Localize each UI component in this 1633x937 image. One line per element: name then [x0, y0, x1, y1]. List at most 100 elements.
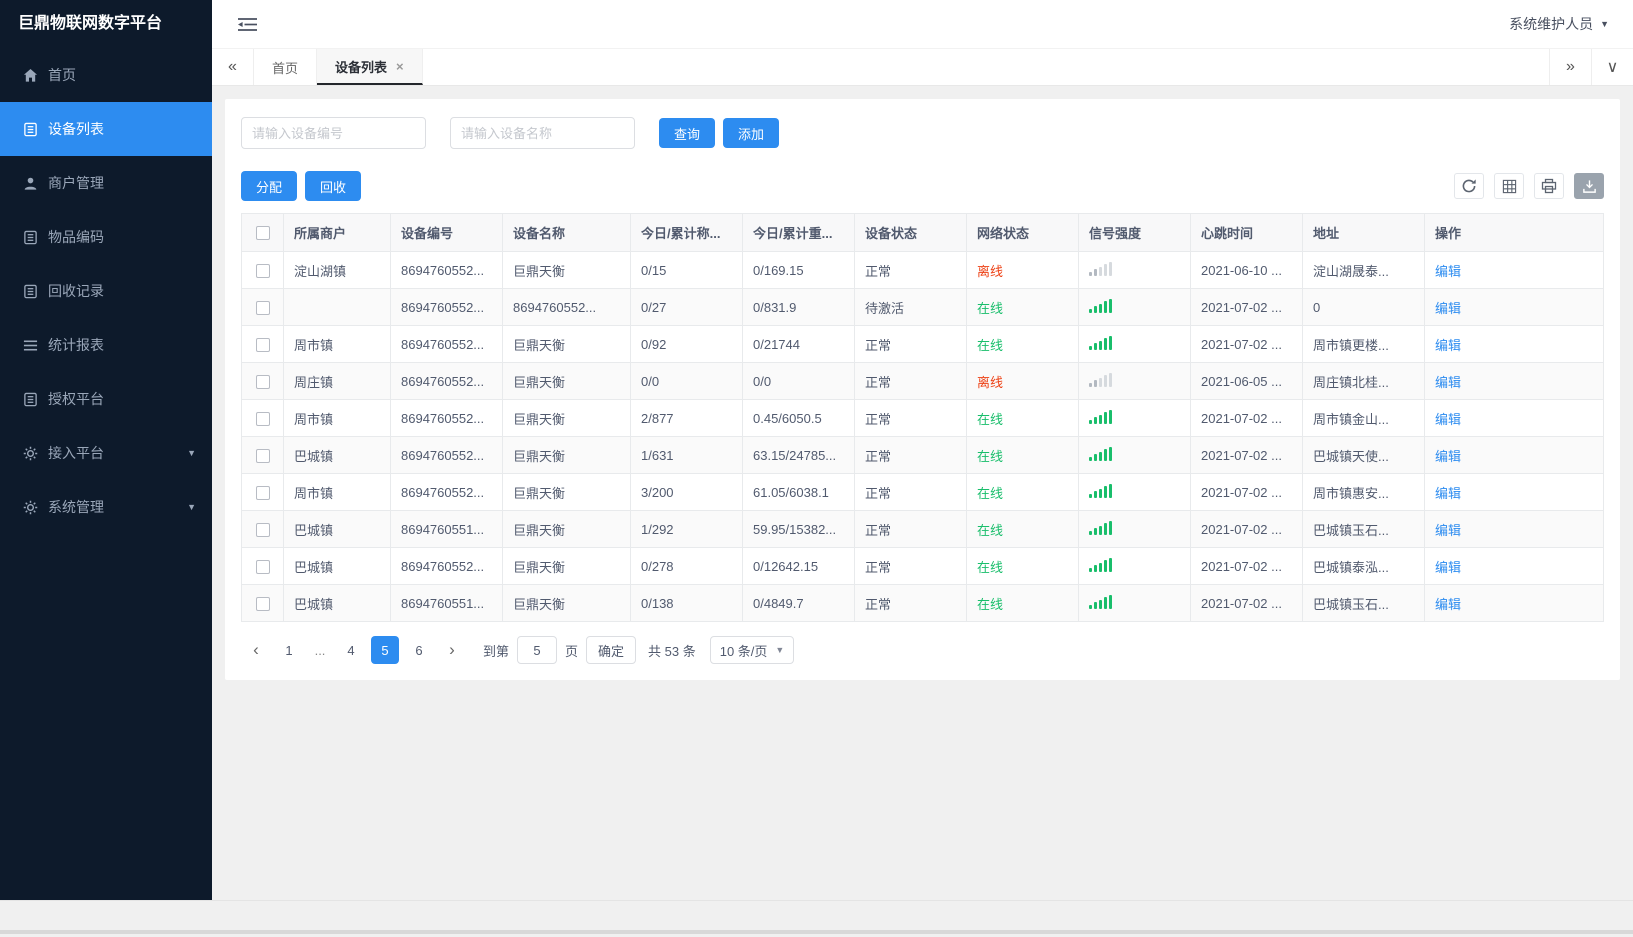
merchant-cell: 巴城镇 — [283, 510, 391, 548]
edit-link[interactable]: 编辑 — [1435, 338, 1461, 353]
tabs-menu-icon[interactable]: ∨ — [1591, 49, 1633, 85]
sidebar-item-stats-report[interactable]: 统计报表 — [0, 318, 212, 372]
sidebar-item-home[interactable]: 首页 — [0, 48, 212, 102]
weight-cell: 0/169.15 — [742, 251, 855, 289]
recycle-button[interactable]: 回收 — [305, 171, 362, 201]
table-row: 周庄镇 8694760552... 巨鼎天衡 0/0 0/0 正常 离线 2021-06-05… — [241, 362, 1604, 400]
edit-link[interactable]: 编辑 — [1435, 597, 1461, 612]
edit-link[interactable]: 编辑 — [1435, 560, 1461, 575]
device-no-cell: 8694760551... — [390, 584, 503, 622]
edit-link[interactable]: 编辑 — [1435, 264, 1461, 279]
checkbox-cell — [241, 325, 284, 363]
device-status-cell: 正常 — [854, 325, 967, 363]
device-no-cell: 8694760552... — [390, 288, 503, 326]
table-row: 巴城镇 8694760552... 巨鼎天衡 1/631 63.15/24785... 正… — [241, 436, 1604, 474]
weight-cell: 0.45/6050.5 — [742, 399, 855, 437]
tabs-scroll-right-icon[interactable]: » — [1549, 49, 1591, 85]
table-header-row: 所属商户 设备编号 设备名称 今日/累计称... 今日/累计重... 设备状态 网络状态 信号… — [241, 213, 1604, 252]
row-checkbox[interactable] — [255, 596, 270, 611]
merchant-cell — [283, 288, 391, 326]
table-row: 周市镇 8694760552... 巨鼎天衡 2/877 0.45/6050.5 正常 在线… — [241, 399, 1604, 437]
next-page-icon[interactable]: › — [439, 636, 465, 664]
sidebar-item-merchant-mgmt[interactable]: 商户管理 — [0, 156, 212, 210]
refresh-icon[interactable] — [1454, 173, 1484, 199]
page-button-1[interactable]: 1 — [275, 636, 303, 664]
signal-strength-icon — [1089, 409, 1112, 424]
heartbeat-cell: 2021-07-02 ... — [1190, 436, 1303, 474]
heartbeat-cell: 2021-06-10 ... — [1190, 251, 1303, 289]
page-button-6[interactable]: 6 — [405, 636, 433, 664]
user-icon — [22, 175, 38, 191]
device-name-input[interactable] — [450, 117, 635, 149]
edit-link[interactable]: 编辑 — [1435, 375, 1461, 390]
edit-link[interactable]: 编辑 — [1435, 301, 1461, 316]
close-icon[interactable]: × — [396, 59, 404, 74]
row-checkbox[interactable] — [255, 448, 270, 463]
page-size-value: 10 条/页 — [719, 643, 768, 659]
row-checkbox[interactable] — [255, 522, 270, 537]
device-status-cell: 正常 — [854, 251, 967, 289]
tabs-scroll-left-icon[interactable]: « — [212, 49, 254, 85]
device-no-cell: 8694760552... — [390, 399, 503, 437]
row-checkbox[interactable] — [255, 411, 270, 426]
page-button-5[interactable]: 5 — [371, 636, 399, 664]
table-row: 周市镇 8694760552... 巨鼎天衡 3/200 61.05/6038.1 正常在… — [241, 473, 1604, 511]
device-name-cell: 巨鼎天衡 — [502, 473, 631, 511]
edit-link[interactable]: 编辑 — [1435, 412, 1461, 427]
device-no-input[interactable] — [241, 117, 426, 149]
row-checkbox[interactable] — [255, 374, 270, 389]
sidebar-item-auth-platform[interactable]: 授权平台 — [0, 372, 212, 426]
weight-cell: 0/831.9 — [742, 288, 855, 326]
row-checkbox[interactable] — [255, 300, 270, 315]
edit-link[interactable]: 编辑 — [1435, 449, 1461, 464]
horizontal-scrollbar[interactable] — [0, 930, 1633, 934]
device-no-cell: 8694760552... — [390, 362, 503, 400]
address-cell: 周市镇更楼... — [1302, 325, 1425, 363]
checkbox-cell — [241, 399, 284, 437]
page-button-4[interactable]: 4 — [337, 636, 365, 664]
action-cell: 编辑 — [1424, 399, 1604, 437]
print-icon[interactable] — [1534, 173, 1564, 199]
user-menu[interactable]: 系统维护人员 ▼ — [1509, 14, 1609, 34]
device-no-cell: 8694760552... — [390, 473, 503, 511]
tab-device-list[interactable]: 设备列表 × — [317, 49, 423, 85]
merchant-cell: 巴城镇 — [283, 584, 391, 622]
row-checkbox[interactable] — [255, 559, 270, 574]
assign-button[interactable]: 分配 — [241, 171, 298, 201]
heartbeat-cell: 2021-07-02 ... — [1190, 288, 1303, 326]
table-body: 淀山湖镇 8694760552... 巨鼎天衡 0/15 0/169.15 正常 离线 202… — [241, 251, 1604, 622]
export-icon[interactable] — [1574, 173, 1604, 199]
total-count-label: 共 53 条 — [648, 643, 696, 659]
jump-confirm-button[interactable]: 确定 — [586, 636, 637, 664]
signal-cell — [1078, 547, 1191, 585]
row-checkbox[interactable] — [255, 337, 270, 352]
signal-strength-icon — [1089, 557, 1112, 572]
sidebar-collapse-icon[interactable] — [238, 17, 257, 32]
column-settings-icon[interactable] — [1494, 173, 1524, 199]
select-all-checkbox[interactable] — [255, 226, 270, 241]
action-cell: 编辑 — [1424, 288, 1604, 326]
sidebar-item-item-code[interactable]: 物品编码 — [0, 210, 212, 264]
row-checkbox[interactable] — [255, 485, 270, 500]
page-jump-input[interactable] — [517, 636, 558, 664]
sidebar-item-system-mgmt[interactable]: 系统管理 ▼ — [0, 480, 212, 534]
sidebar-item-label: 接入平台 — [48, 445, 104, 461]
sidebar-item-device-list[interactable]: 设备列表 — [0, 102, 212, 156]
add-button[interactable]: 添加 — [723, 118, 780, 148]
merchant-cell: 周市镇 — [283, 325, 391, 363]
column-header: 信号强度 — [1078, 213, 1191, 252]
count-cell: 0/0 — [630, 362, 743, 400]
page-size-select[interactable]: 10 条/页 ▼ — [709, 636, 795, 664]
prev-page-icon[interactable]: ‹ — [243, 636, 269, 664]
row-checkbox[interactable] — [255, 263, 270, 278]
home-icon — [22, 67, 38, 83]
edit-link[interactable]: 编辑 — [1435, 486, 1461, 501]
tab-home[interactable]: 首页 — [254, 49, 318, 85]
sidebar-item-access-platform[interactable]: 接入平台 ▼ — [0, 426, 212, 480]
edit-link[interactable]: 编辑 — [1435, 523, 1461, 538]
device-name-cell: 8694760552... — [502, 288, 631, 326]
query-button[interactable]: 查询 — [659, 118, 716, 148]
device-name-cell: 巨鼎天衡 — [502, 510, 631, 548]
sidebar-item-recycle-record[interactable]: 回收记录 — [0, 264, 212, 318]
network-status-cell: 离线 — [966, 251, 1079, 289]
